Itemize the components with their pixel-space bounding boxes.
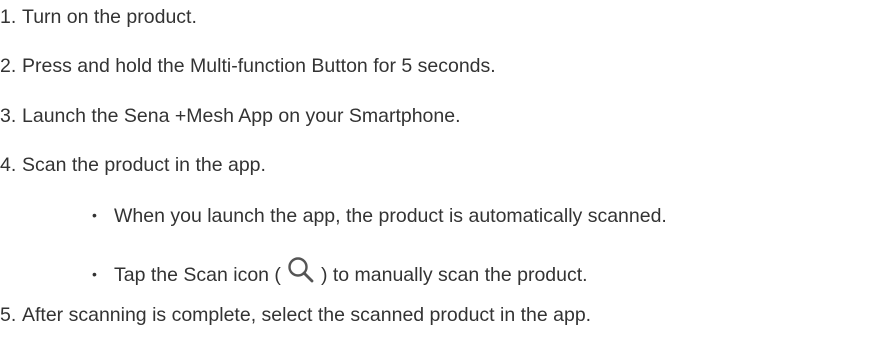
- step-text: Scan the product in the app.: [22, 154, 266, 176]
- sub-item-text: When you launch the app, the product is …: [114, 205, 667, 227]
- step-text: Turn on the product.: [22, 6, 197, 28]
- instruction-list: 1. Turn on the product. 2. Press and hold …: [0, 0, 882, 342]
- step-number: 4.: [0, 154, 17, 176]
- step-text: Launch the Sena +Mesh App on your Smartp…: [22, 105, 461, 127]
- sub-item-text-before: Tap the Scan icon (: [114, 264, 281, 286]
- sub-item-2: • Tap the Scan icon ( ) to manually scan t…: [92, 255, 588, 287]
- bullet: •: [92, 266, 97, 282]
- search-icon: [283, 255, 319, 287]
- sub-item-text-after: ) to manually scan the product.: [320, 264, 588, 286]
- step-4: 4. Scan the product in the app.: [0, 153, 266, 177]
- step-text: Press and hold the Multi-function Button…: [22, 55, 496, 77]
- step-number: 2.: [0, 55, 17, 77]
- step-5: 5. After scanning is complete, select the…: [0, 303, 591, 327]
- step-number: 1.: [0, 6, 17, 28]
- step-number: 5.: [0, 304, 17, 326]
- step-2: 2. Press and hold the Multi-function Butt…: [0, 54, 496, 78]
- step-text: After scanning is complete, select the s…: [22, 304, 592, 326]
- step-number: 3.: [0, 105, 17, 127]
- bullet: •: [92, 207, 97, 223]
- step-3: 3. Launch the Sena +Mesh App on your Smar…: [0, 104, 461, 128]
- step-1: 1. Turn on the product.: [0, 5, 197, 29]
- sub-item-1: • When you launch the app, the product is…: [92, 203, 667, 228]
